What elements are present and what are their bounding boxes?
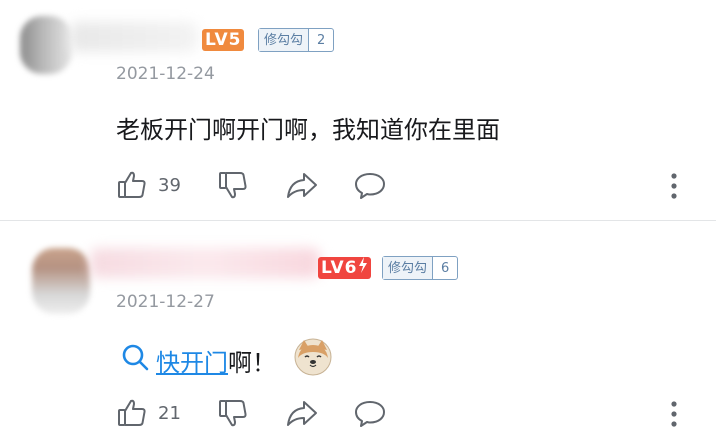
share-button[interactable]	[285, 169, 319, 201]
thumbs-down-icon	[217, 397, 249, 429]
comment-text: 老板开门啊开门啊，我知道你在里面	[116, 116, 500, 144]
like-button[interactable]: 39	[116, 169, 181, 201]
avatar[interactable]	[20, 16, 72, 74]
fan-medal-name: 修勾勾	[259, 29, 310, 51]
comment-text: 快开门 啊！	[120, 338, 332, 382]
level-badge: LV5	[202, 29, 245, 51]
fan-medal-name: 修勾勾	[383, 257, 434, 279]
thumbs-up-icon	[116, 397, 148, 429]
comment-date: 2021-12-24	[116, 64, 215, 84]
fan-medal[interactable]: 修勾勾 6	[382, 256, 459, 280]
dislike-button[interactable]	[217, 169, 249, 201]
comment-bubble-icon	[353, 169, 387, 201]
comment-actions: 39	[116, 168, 387, 202]
fan-medal-level: 6	[441, 261, 450, 276]
thumbs-up-icon	[116, 169, 148, 201]
thumbs-down-icon	[217, 169, 249, 201]
more-vertical-icon	[670, 173, 678, 204]
comment-actions: 21	[116, 396, 387, 430]
dislike-button[interactable]	[217, 397, 249, 429]
search-icon	[120, 342, 150, 378]
fan-medal[interactable]: 修勾勾 2	[258, 28, 335, 52]
search-keyword-link[interactable]: 快开门	[156, 343, 228, 378]
avatar[interactable]	[32, 248, 90, 314]
comment-item: LV5 修勾勾 2 2021-12-24 老板开门啊开门啊，我知道你在里面 39	[0, 0, 716, 222]
like-count: 21	[158, 402, 181, 424]
more-options-button[interactable]	[670, 172, 678, 204]
username-redacted[interactable]	[70, 22, 198, 52]
comment-bubble-icon	[353, 397, 387, 429]
comment-text-suffix: 啊！	[228, 348, 276, 377]
comment-divider	[0, 220, 716, 221]
level-badge: LV6	[318, 257, 372, 279]
comment-item: LV6 修勾勾 6 2021-12-27 快开门 啊！ 21	[0, 222, 716, 448]
comment-date: 2021-12-27	[116, 292, 215, 312]
like-button[interactable]: 21	[116, 397, 181, 429]
username-redacted[interactable]	[90, 248, 320, 278]
reply-button[interactable]	[353, 169, 387, 201]
shiba-dog-emoji	[294, 338, 332, 382]
like-count: 39	[158, 174, 181, 196]
share-button[interactable]	[285, 397, 319, 429]
more-vertical-icon	[670, 401, 678, 432]
share-icon	[285, 169, 319, 201]
reply-button[interactable]	[353, 397, 387, 429]
more-options-button[interactable]	[670, 400, 678, 432]
share-icon	[285, 397, 319, 429]
lightning-icon	[358, 257, 368, 279]
fan-medal-level: 2	[317, 33, 326, 48]
